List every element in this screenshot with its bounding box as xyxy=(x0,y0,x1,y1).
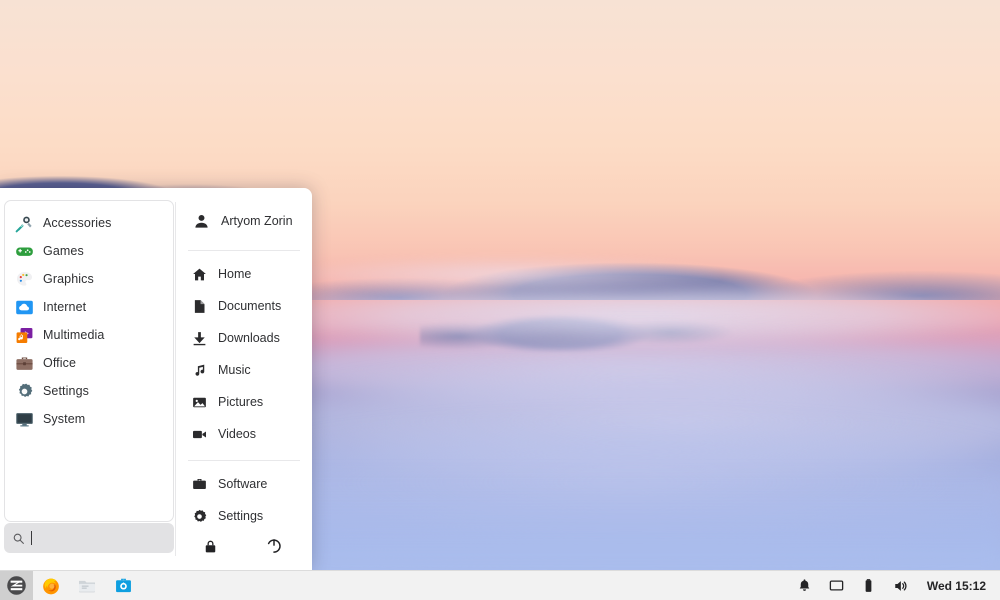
wallpaper-far-ridge xyxy=(280,242,1000,300)
search-icon xyxy=(12,532,25,545)
search-text-caret xyxy=(31,531,32,545)
category-item-multimedia[interactable]: Multimedia xyxy=(5,321,173,349)
user-avatar-icon xyxy=(192,212,210,230)
place-item-videos[interactable]: Videos xyxy=(190,418,302,450)
category-item-internet[interactable]: Internet xyxy=(5,293,173,321)
place-label: Documents xyxy=(218,299,281,313)
lock-button[interactable] xyxy=(196,532,224,560)
home-icon xyxy=(192,267,207,282)
gear-icon xyxy=(192,509,207,524)
software-store-icon xyxy=(114,576,133,595)
search-box[interactable] xyxy=(4,523,174,553)
category-item-accessories[interactable]: Accessories xyxy=(5,209,173,237)
games-controller-icon xyxy=(15,242,34,261)
notifications-tray-icon[interactable] xyxy=(789,571,821,600)
place-label: Downloads xyxy=(218,331,280,345)
category-item-games[interactable]: Games xyxy=(5,237,173,265)
start-menu-categories-pane: Accessories Games xyxy=(0,188,175,570)
wallpaper-treeline-ridge xyxy=(420,300,750,352)
video-camera-icon xyxy=(192,427,207,442)
category-label: System xyxy=(43,412,85,426)
place-label: Music xyxy=(218,363,251,377)
place-item-pictures[interactable]: Pictures xyxy=(190,386,302,418)
monitor-icon xyxy=(829,578,844,593)
system-item-label: Settings xyxy=(218,509,263,523)
taskbar[interactable]: Wed 15:12 xyxy=(0,570,1000,600)
zorin-logo-icon xyxy=(6,575,27,596)
place-item-music[interactable]: Music xyxy=(190,354,302,386)
taskbar-clock[interactable]: Wed 15:12 xyxy=(917,579,992,593)
start-menu-places-pane: Artyom Zorin Home Documents xyxy=(176,188,312,570)
software-launcher[interactable] xyxy=(105,571,141,600)
place-item-home[interactable]: Home xyxy=(190,258,302,290)
firefox-launcher[interactable] xyxy=(33,571,69,600)
internet-cloud-icon xyxy=(15,298,34,317)
category-label: Settings xyxy=(43,384,89,398)
document-icon xyxy=(192,299,207,314)
desktop[interactable]: Accessories Games xyxy=(0,0,1000,600)
category-label: Office xyxy=(43,356,76,370)
system-tray: Wed 15:12 xyxy=(789,571,1000,600)
file-manager-icon xyxy=(77,576,97,596)
user-account-item[interactable]: Artyom Zorin xyxy=(190,200,302,242)
power-button[interactable] xyxy=(260,532,288,560)
category-label: Multimedia xyxy=(43,328,104,342)
settings-gear-icon xyxy=(15,382,34,401)
system-item-software[interactable]: Software xyxy=(190,468,302,500)
category-label: Games xyxy=(43,244,84,258)
picture-icon xyxy=(192,395,207,410)
files-launcher[interactable] xyxy=(69,571,105,600)
power-icon xyxy=(266,538,282,554)
download-icon xyxy=(192,331,207,346)
system-item-settings[interactable]: Settings xyxy=(190,500,302,532)
office-briefcase-icon xyxy=(15,354,34,373)
software-briefcase-icon xyxy=(192,477,207,492)
place-label: Videos xyxy=(218,427,256,441)
accessories-icon xyxy=(15,214,34,233)
music-note-icon xyxy=(192,363,207,378)
place-item-downloads[interactable]: Downloads xyxy=(190,322,302,354)
battery-icon xyxy=(861,578,876,593)
battery-tray-icon[interactable] xyxy=(853,571,885,600)
system-item-label: Software xyxy=(218,477,267,491)
start-menu[interactable]: Accessories Games xyxy=(0,188,312,570)
display-tray-icon[interactable] xyxy=(821,571,853,600)
wallpaper-fog-band-top xyxy=(300,258,720,292)
category-item-system[interactable]: System xyxy=(5,405,173,433)
place-label: Home xyxy=(218,267,251,281)
user-name-label: Artyom Zorin xyxy=(221,214,293,228)
volume-tray-icon[interactable] xyxy=(885,571,917,600)
search-row[interactable] xyxy=(4,523,174,553)
bell-icon xyxy=(797,578,812,593)
category-label: Graphics xyxy=(43,272,94,286)
system-monitor-icon xyxy=(15,410,34,429)
category-label: Accessories xyxy=(43,216,111,230)
wallpaper-fog-band-1 xyxy=(260,286,1000,346)
firefox-icon xyxy=(41,576,61,596)
session-actions-row xyxy=(176,532,312,560)
category-list: Accessories Games xyxy=(4,200,174,522)
speaker-icon xyxy=(893,578,909,594)
wallpaper-fog-band-4 xyxy=(200,430,1000,560)
wallpaper-valley-glow xyxy=(300,470,1000,570)
graphics-palette-icon xyxy=(15,270,34,289)
lock-icon xyxy=(203,539,218,554)
zorin-menu-button[interactable] xyxy=(0,571,33,600)
place-item-documents[interactable]: Documents xyxy=(190,290,302,322)
category-item-graphics[interactable]: Graphics xyxy=(5,265,173,293)
wallpaper-fog-band-2 xyxy=(280,330,1000,408)
category-label: Internet xyxy=(43,300,86,314)
system-items-list: Software Settings xyxy=(176,461,312,532)
category-item-settings[interactable]: Settings xyxy=(5,377,173,405)
category-item-office[interactable]: Office xyxy=(5,349,173,377)
multimedia-music-icon xyxy=(15,326,34,345)
place-label: Pictures xyxy=(218,395,263,409)
wallpaper-fog-band-3 xyxy=(240,372,1000,482)
places-list: Home Documents xyxy=(176,251,312,450)
taskbar-launchers xyxy=(0,571,141,600)
